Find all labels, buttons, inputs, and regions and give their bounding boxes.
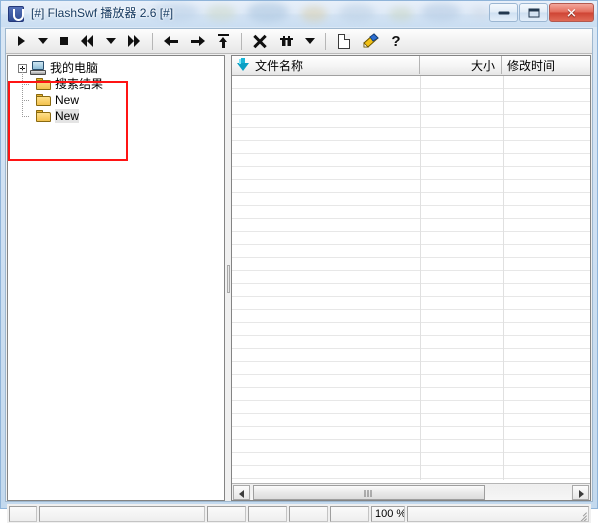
- chevron-down-icon: [105, 38, 116, 44]
- client-area: ? 我的电脑 搜索结果 New New 文件名称 大小 修改时间 100 %: [5, 28, 593, 523]
- sort-descending-icon: [236, 58, 249, 72]
- forward-button[interactable]: [185, 31, 209, 52]
- arrow-up-icon: [217, 34, 230, 48]
- rewind-icon: [81, 35, 93, 47]
- rewind-button[interactable]: [75, 31, 99, 52]
- file-list-header: 文件名称 大小 修改时间: [232, 56, 590, 76]
- tree-node-label: New: [55, 93, 80, 107]
- folder-tree-pane[interactable]: 我的电脑 搜索结果 New New: [7, 55, 225, 501]
- glass-blur-blob: [339, 4, 375, 22]
- folder-icon: [36, 110, 51, 122]
- tree-node-label: New: [55, 109, 80, 123]
- resize-grip-icon[interactable]: [574, 508, 587, 521]
- toolbar-separator: [152, 32, 153, 50]
- glass-blur-blob: [301, 6, 327, 22]
- binoculars-icon: [279, 36, 293, 46]
- stop-button[interactable]: [54, 31, 73, 52]
- minimize-button[interactable]: [489, 3, 518, 22]
- window-frame: [#] FlashSwf 播放器 2.6 [#] ✕ ? 我的电脑 搜索结果 N…: [0, 0, 598, 523]
- scroll-right-button[interactable]: [572, 484, 589, 500]
- file-list-hscrollbar[interactable]: [232, 483, 590, 500]
- arrow-right-icon: [190, 35, 205, 47]
- play-dropdown-button[interactable]: [33, 31, 52, 52]
- status-pane-zoom: 100 %: [371, 505, 405, 522]
- status-pane-2: [207, 505, 246, 522]
- column-header-label: 文件名称: [255, 58, 304, 73]
- folder-tree: 我的电脑 搜索结果 New New: [8, 56, 103, 124]
- status-pane-5: [330, 505, 369, 522]
- glass-blur-blob: [471, 7, 489, 19]
- tree-node-label: 我的电脑: [50, 61, 99, 75]
- splitter-grip: [227, 265, 230, 293]
- glass-blur-blob: [247, 2, 289, 22]
- play-button[interactable]: [12, 31, 31, 52]
- find-button[interactable]: [274, 31, 298, 52]
- toolbar-separator: [241, 32, 242, 50]
- question-mark-icon: ?: [391, 32, 401, 50]
- maximize-icon: [528, 8, 539, 17]
- flag-tool-icon: [363, 33, 379, 48]
- options-button[interactable]: [358, 31, 382, 52]
- glass-blur-blob: [421, 3, 461, 21]
- chevron-down-icon: [37, 38, 48, 44]
- column-header-size[interactable]: 大小: [420, 56, 502, 74]
- stop-icon: [59, 37, 68, 45]
- up-level-button[interactable]: [211, 31, 235, 52]
- column-header-time[interactable]: 修改时间: [502, 56, 588, 74]
- file-list-pane[interactable]: 文件名称 大小 修改时间: [231, 55, 591, 501]
- column-header-label: 大小: [470, 58, 495, 73]
- flash-player-icon: [8, 6, 24, 22]
- arrow-left-icon: [163, 35, 179, 47]
- status-pane-4: [289, 505, 328, 522]
- file-list-body[interactable]: [232, 76, 590, 480]
- close-x-icon: [253, 34, 267, 48]
- play-icon: [18, 36, 25, 46]
- scrollbar-thumb[interactable]: [253, 484, 485, 500]
- scroll-left-button[interactable]: [233, 484, 250, 500]
- window-title: [#] FlashSwf 播放器 2.6 [#]: [31, 6, 174, 20]
- fast-forward-icon: [128, 35, 140, 47]
- close-button[interactable]: ✕: [549, 3, 594, 22]
- scroll-right-icon: [579, 489, 584, 498]
- rewind-dropdown-button[interactable]: [101, 31, 120, 52]
- column-divider: [420, 76, 421, 480]
- folder-icon: [36, 78, 51, 90]
- application-window: [#] FlashSwf 播放器 2.6 [#] ✕ ? 我的电脑 搜索结果 N…: [0, 0, 598, 523]
- new-button[interactable]: [332, 31, 356, 52]
- status-bar: 100 %: [7, 504, 591, 523]
- status-pane-7: [407, 505, 589, 522]
- scrollbar-track[interactable]: [251, 484, 571, 500]
- toolbar-separator: [325, 32, 326, 50]
- scroll-left-icon: [239, 489, 244, 498]
- status-pane-1: [39, 505, 205, 522]
- maximize-button[interactable]: [519, 3, 548, 22]
- tree-node-new-2[interactable]: New: [8, 100, 103, 124]
- new-document-icon: [338, 33, 350, 49]
- toolbar: ?: [6, 29, 592, 54]
- delete-button[interactable]: [248, 31, 272, 52]
- fast-forward-button[interactable]: [122, 31, 146, 52]
- column-header-label: 修改时间: [507, 58, 556, 73]
- help-button[interactable]: ?: [384, 31, 408, 52]
- glass-blur-blob: [389, 7, 413, 21]
- window-controls: ✕: [488, 3, 594, 23]
- title-bar[interactable]: [#] FlashSwf 播放器 2.6 [#] ✕: [1, 1, 597, 27]
- back-button[interactable]: [159, 31, 183, 52]
- tree-node-label: 搜索结果: [55, 77, 104, 91]
- computer-icon: [30, 61, 46, 75]
- grip-icon: [364, 489, 374, 497]
- close-icon: ✕: [566, 5, 577, 20]
- folder-icon: [36, 94, 51, 106]
- chevron-down-icon: [304, 38, 315, 44]
- column-divider: [503, 76, 504, 480]
- glass-blur-blob: [206, 5, 236, 21]
- status-pane-0: [9, 505, 37, 522]
- column-header-name[interactable]: 文件名称: [232, 56, 420, 74]
- find-dropdown-button[interactable]: [300, 31, 319, 52]
- minimize-icon: [498, 11, 509, 14]
- status-pane-3: [248, 505, 287, 522]
